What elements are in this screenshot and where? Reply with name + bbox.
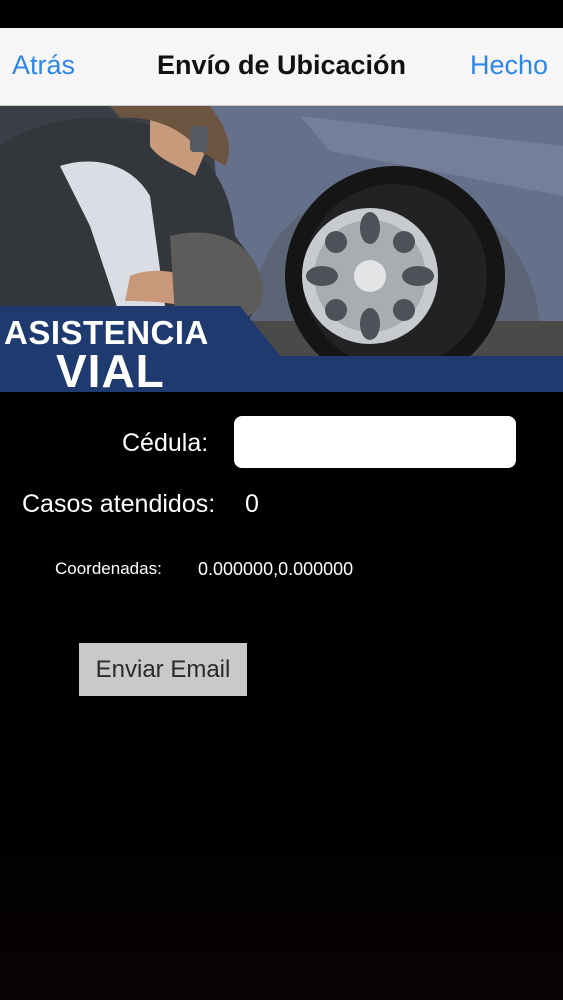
- banner-label: ASISTENCIA VIAL: [0, 306, 563, 392]
- cases-attended-label: Casos atendidos:: [22, 490, 216, 518]
- coordinates-value: 0.000000,0.000000: [198, 559, 354, 579]
- status-bar: [0, 0, 563, 28]
- background-fade: [0, 812, 563, 1000]
- cedula-input[interactable]: [234, 416, 516, 468]
- navigation-bar: Atrás Envío de Ubicación Hecho: [0, 28, 563, 106]
- location-form: Cédula: Casos atendidos: 0 Coordenadas: …: [0, 392, 563, 1000]
- send-email-button[interactable]: Enviar Email: [79, 643, 247, 696]
- banner-title-line2: VIAL: [56, 345, 165, 392]
- coordinates-label: Coordenadas:: [55, 559, 162, 578]
- done-button[interactable]: Hecho: [470, 50, 548, 81]
- roadside-assistance-banner: ASISTENCIA VIAL: [0, 106, 563, 392]
- cedula-label: Cédula:: [122, 429, 209, 457]
- cases-attended-value: 0: [245, 490, 259, 518]
